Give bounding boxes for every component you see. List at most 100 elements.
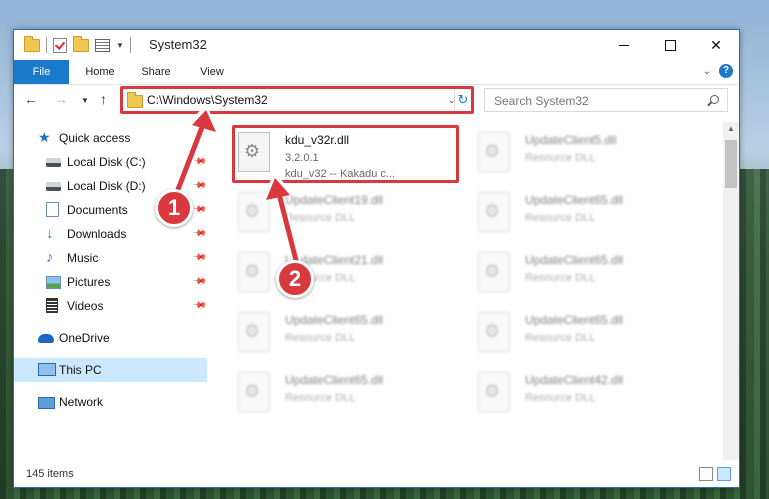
drive-icon xyxy=(46,158,61,167)
file-item[interactable]: UpdateClient65.dll Resource DLL xyxy=(232,305,462,365)
close-button[interactable]: ✕ xyxy=(693,30,739,60)
sidebar-item-label: Quick access xyxy=(59,131,131,145)
file-explorer-window: ▼ System32 ✕ File Home Share View ⌄ ? ← … xyxy=(13,29,740,488)
sidebar-item-label: Videos xyxy=(67,299,104,313)
view-toggle xyxy=(699,467,731,481)
dll-file-icon xyxy=(478,252,510,292)
file-name: UpdateClient65.dll xyxy=(525,253,624,267)
network-icon xyxy=(38,397,55,409)
pin-icon[interactable]: 📌 xyxy=(192,226,207,242)
documents-icon xyxy=(46,202,59,217)
scroll-up-icon[interactable]: ▲ xyxy=(727,124,735,133)
ribbon-right-controls: ⌄ ? xyxy=(703,64,733,78)
recent-locations-icon[interactable]: ▼ xyxy=(81,96,89,105)
close-icon: ✕ xyxy=(710,36,722,53)
window-title: System32 xyxy=(149,37,207,52)
expand-ribbon-icon[interactable]: ⌄ xyxy=(703,66,711,77)
properties-check-icon[interactable] xyxy=(53,37,67,53)
file-item[interactable]: UpdateClient65.dll Resource DLL xyxy=(472,185,702,245)
item-count: 145 items xyxy=(26,468,74,480)
videos-icon xyxy=(46,298,58,313)
dll-file-icon xyxy=(478,312,510,352)
tab-view[interactable]: View xyxy=(184,60,240,84)
cloud-icon xyxy=(38,334,54,343)
back-arrow-icon[interactable]: ← xyxy=(24,91,38,107)
sidebar-item-music[interactable]: ♪ Music 📌 xyxy=(14,246,207,270)
tab-share[interactable]: Share xyxy=(128,60,184,84)
drive-icon xyxy=(46,182,61,191)
sidebar-item-label: Music xyxy=(67,251,99,265)
sidebar-item-label: Documents xyxy=(67,203,128,217)
customize-toolbar-icon[interactable] xyxy=(95,38,110,52)
sidebar-item-this-pc[interactable]: This PC xyxy=(14,358,207,382)
ribbon-tabs: File Home Share View ⌄ ? xyxy=(14,60,739,85)
status-bar: 145 items xyxy=(14,462,739,488)
file-name: UpdateClient65.dll xyxy=(285,373,384,387)
vertical-scrollbar[interactable]: ▲ xyxy=(723,122,739,460)
maximize-icon xyxy=(664,39,676,51)
file-type: Resource DLL xyxy=(525,272,596,284)
file-type: Resource DLL xyxy=(525,392,596,404)
sidebar-item-pictures[interactable]: Pictures 📌 xyxy=(14,270,207,294)
toolbar-separator xyxy=(129,37,131,53)
forward-arrow-icon[interactable]: → xyxy=(54,91,68,107)
window-controls: ✕ xyxy=(601,30,739,60)
star-icon: ★ xyxy=(38,129,51,145)
search-box[interactable]: Search System32 xyxy=(484,88,728,112)
file-item[interactable]: UpdateClient65.dll Resource DLL xyxy=(472,245,702,305)
search-icon[interactable] xyxy=(710,95,719,104)
file-type: Resource DLL xyxy=(525,212,596,224)
sidebar-item-label: Network xyxy=(59,395,104,409)
sidebar-item-label: Local Disk (C:) xyxy=(67,155,146,169)
pin-icon[interactable]: 📌 xyxy=(192,298,207,314)
download-icon: ↓ xyxy=(46,225,54,242)
computer-icon xyxy=(38,363,56,376)
dll-file-icon xyxy=(478,192,510,232)
new-folder-icon[interactable] xyxy=(73,35,89,52)
file-item[interactable]: UpdateClient42.dll Resource DLL xyxy=(472,365,702,425)
sidebar-item-label: Local Disk (D:) xyxy=(67,179,146,193)
toolbar-separator xyxy=(46,37,47,53)
dll-file-icon xyxy=(238,312,270,352)
callout-badge-2: 2 xyxy=(276,260,314,298)
navigation-bar: ← → ▼ ↑ C:\Windows\System32 ⌄ ↻ Search S… xyxy=(14,85,739,117)
sidebar-item-label: Pictures xyxy=(67,275,111,289)
quick-access-toolbar: ▼ xyxy=(24,35,131,53)
sidebar-item-label: OneDrive xyxy=(59,331,110,345)
file-name: UpdateClient5.dll xyxy=(525,133,617,147)
help-icon[interactable]: ? xyxy=(719,64,733,78)
details-view-icon[interactable] xyxy=(699,467,713,481)
callout-badge-1: 1 xyxy=(155,189,193,227)
pin-icon[interactable]: 📌 xyxy=(192,274,207,290)
tab-home[interactable]: Home xyxy=(72,60,128,84)
pin-icon[interactable]: 📌 xyxy=(192,250,207,266)
file-item[interactable]: UpdateClient5.dll Resource DLL xyxy=(472,125,702,185)
dll-file-icon xyxy=(238,372,270,412)
toolbar-dropdown-icon[interactable]: ▼ xyxy=(116,41,124,50)
tiles-view-icon[interactable] xyxy=(717,467,731,481)
file-item[interactable]: UpdateClient65.dll Resource DLL xyxy=(232,365,462,425)
file-name: UpdateClient65.dll xyxy=(525,313,624,327)
search-placeholder: Search System32 xyxy=(494,94,589,108)
folder-icon xyxy=(24,35,40,52)
up-arrow-icon[interactable]: ↑ xyxy=(100,91,107,107)
pictures-icon xyxy=(46,276,61,289)
file-name: UpdateClient65.dll xyxy=(525,193,624,207)
file-item[interactable]: UpdateClient65.dll Resource DLL xyxy=(472,305,702,365)
music-icon: ♪ xyxy=(46,249,54,266)
sidebar-item-label: Downloads xyxy=(67,227,127,241)
file-type: Resource DLL xyxy=(525,332,596,344)
file-type: Resource DLL xyxy=(525,152,596,164)
tab-file[interactable]: File xyxy=(14,60,69,84)
scroll-thumb[interactable] xyxy=(725,140,737,188)
sidebar-item-videos[interactable]: Videos 📌 xyxy=(14,294,207,318)
sidebar-item-network[interactable]: Network xyxy=(14,390,207,414)
sidebar-item-onedrive[interactable]: OneDrive xyxy=(14,326,207,350)
minimize-button[interactable] xyxy=(601,30,647,60)
title-bar: ▼ System32 ✕ xyxy=(14,30,739,60)
sidebar-item-label: This PC xyxy=(59,363,102,377)
maximize-button[interactable] xyxy=(647,30,693,60)
dll-file-icon xyxy=(478,372,510,412)
minimize-icon xyxy=(619,44,629,46)
dll-file-icon xyxy=(478,132,510,172)
